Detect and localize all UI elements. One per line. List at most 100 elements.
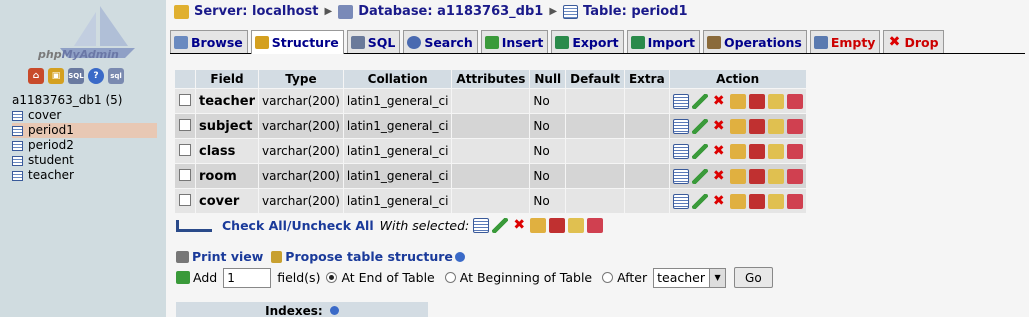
database-name[interactable]: a1183763_db1 (5) [12,93,122,107]
unique-icon[interactable] [549,218,566,233]
primary-icon[interactable] [729,193,746,209]
tab-operations[interactable]: Operations [702,30,807,53]
field-cell: subject [196,114,258,138]
table-row: room varchar(200) latin1_general_ci No ✖ [175,164,806,188]
field-count-input[interactable] [223,267,272,288]
tab-empty[interactable]: Empty [809,30,881,53]
unique-icon[interactable] [748,93,765,109]
breadcrumb-database[interactable]: Database: a1183763_db1 [358,4,543,19]
index-icon[interactable] [767,93,784,109]
end-of-table-label[interactable]: At End of Table [341,270,434,285]
primary-icon[interactable] [729,143,746,159]
delete-icon[interactable]: ✖ [711,118,727,134]
index-icon[interactable] [568,218,585,233]
sidebar-table-student[interactable]: student [12,153,157,168]
row-checkbox-input[interactable] [179,118,191,131]
browse-distinct-icon[interactable] [672,168,689,184]
edit-icon[interactable] [691,168,708,184]
query-icon[interactable]: sql [108,68,124,84]
row-checkbox-input[interactable] [179,143,191,156]
propose-structure-link[interactable]: Propose table structure [285,249,453,264]
delete-icon[interactable]: ✖ [711,143,727,159]
radio-after[interactable] [602,272,614,283]
browse-distinct-icon[interactable] [672,118,689,134]
edit-icon[interactable] [691,193,708,209]
edit-icon[interactable] [691,118,708,134]
fulltext-icon[interactable] [786,118,803,134]
print-view-link[interactable]: Print view [192,249,263,264]
unique-icon[interactable] [748,168,765,184]
row-actions: ✖ [672,193,803,209]
table-icon [12,170,23,181]
unique-icon[interactable] [748,193,765,209]
sidebar-table-teacher[interactable]: teacher [12,168,157,183]
unique-icon[interactable] [748,143,765,159]
radio-end-of-table[interactable] [326,272,338,283]
tab-import[interactable]: Import [626,30,700,53]
index-icon[interactable] [767,143,784,159]
browse-distinct-icon[interactable] [672,143,689,159]
browse-distinct-icon[interactable] [473,218,490,233]
row-checkbox-input[interactable] [179,93,191,106]
tab-insert[interactable]: Insert [480,30,549,53]
chevron-down-icon[interactable]: ▼ [709,268,726,287]
index-icon[interactable] [767,168,784,184]
header-extra: Extra [624,70,669,88]
delete-icon[interactable]: ✖ [511,218,527,233]
row-checkbox-input[interactable] [179,193,191,206]
null-cell: No [530,139,566,163]
edit-icon[interactable] [691,93,708,109]
primary-icon[interactable] [729,118,746,134]
fulltext-icon[interactable] [786,143,803,159]
index-icon[interactable] [767,118,784,134]
delete-icon[interactable]: ✖ [711,193,727,209]
bulk-action-icons: ✖ [473,218,604,233]
tab-search[interactable]: Search [403,30,478,53]
primary-icon[interactable] [729,93,746,109]
search-icon [407,35,422,49]
radio-beginning-of-table[interactable] [444,272,456,283]
help-icon[interactable] [454,251,465,262]
after-field-select[interactable]: teacher ▼ [653,267,727,288]
edit-icon[interactable] [691,143,708,159]
tab-export[interactable]: Export [551,30,624,53]
primary-icon[interactable] [729,168,746,184]
fulltext-icon[interactable] [786,168,803,184]
help-icon[interactable] [329,306,339,315]
attributes-cell [452,164,530,188]
tab-browse[interactable]: Browse [170,30,248,53]
sidebar-table-cover[interactable]: cover [12,108,157,123]
delete-icon[interactable]: ✖ [711,93,727,109]
tab-sql[interactable]: SQL [346,30,401,53]
sql-icon[interactable]: SQL [68,68,84,84]
sidebar-table-period2[interactable]: period2 [12,138,157,153]
fulltext-icon[interactable] [786,93,803,109]
browse-distinct-icon[interactable] [672,93,689,109]
breadcrumb-server[interactable]: Server: localhost [194,4,318,19]
home-icon[interactable]: ⌂ [28,68,44,84]
fulltext-icon[interactable] [587,218,604,233]
tab-drop[interactable]: ✖ Drop [883,30,944,53]
after-label[interactable]: After [617,270,647,285]
tab-bar: Browse Structure SQL Search Insert Expor… [170,30,1025,54]
database-icon [338,4,354,19]
fulltext-icon[interactable] [786,193,803,209]
browse-distinct-icon[interactable] [672,193,689,209]
row-checkbox-input[interactable] [179,168,191,181]
attributes-cell [452,89,530,113]
primary-icon[interactable] [530,218,547,233]
sidebar-table-period1[interactable]: period1 [12,123,157,138]
extra-cell [624,114,669,138]
breadcrumb-table[interactable]: Table: period1 [583,4,688,19]
lock-icon[interactable]: ▣ [48,68,64,84]
check-all-link[interactable]: Check All [222,218,287,233]
unique-icon[interactable] [748,118,765,134]
help-icon[interactable]: ? [88,68,104,84]
beginning-of-table-label[interactable]: At Beginning of Table [460,270,592,285]
delete-icon[interactable]: ✖ [711,168,727,184]
edit-icon[interactable] [492,218,509,233]
tab-structure[interactable]: Structure [250,30,344,54]
go-button[interactable]: Go [734,267,773,288]
uncheck-all-link[interactable]: Uncheck All [291,218,373,233]
index-icon[interactable] [767,193,784,209]
